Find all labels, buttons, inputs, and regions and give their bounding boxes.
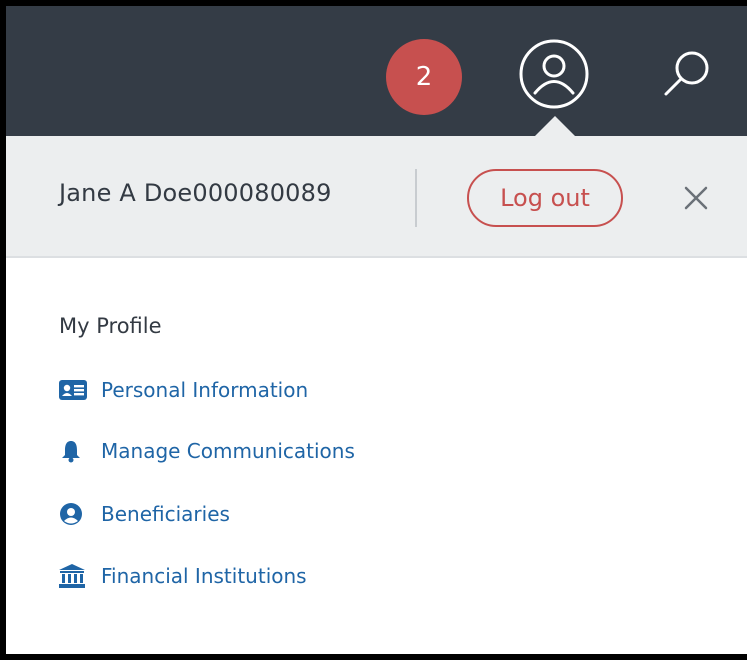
dropdown-pointer bbox=[534, 116, 576, 137]
top-header-bar: 2 bbox=[6, 6, 747, 136]
menu-section-title: My Profile bbox=[59, 314, 162, 338]
user-account-button[interactable] bbox=[518, 38, 590, 110]
menu-item-personal-information[interactable]: Personal Information bbox=[59, 375, 308, 405]
id-card-icon bbox=[59, 378, 89, 402]
vertical-divider bbox=[415, 169, 417, 227]
search-icon bbox=[664, 51, 709, 96]
user-name: Jane A Doe000080089 bbox=[59, 179, 332, 207]
user-circle-icon bbox=[59, 502, 89, 526]
menu-item-manage-communications[interactable]: Manage Communications bbox=[59, 436, 355, 466]
bank-icon bbox=[59, 564, 89, 588]
notification-badge[interactable]: 2 bbox=[386, 39, 462, 115]
menu-item-label: Beneficiaries bbox=[101, 502, 230, 526]
search-button[interactable] bbox=[658, 46, 716, 100]
account-strip: Jane A Doe000080089 Log out bbox=[6, 136, 747, 258]
menu-item-label: Manage Communications bbox=[101, 439, 355, 463]
close-icon bbox=[684, 186, 708, 210]
menu-item-financial-institutions[interactable]: Financial Institutions bbox=[59, 561, 307, 591]
menu-item-label: Personal Information bbox=[101, 378, 309, 402]
menu-item-label: Financial Institutions bbox=[101, 564, 307, 588]
close-button[interactable] bbox=[680, 182, 712, 214]
logout-button[interactable]: Log out bbox=[467, 169, 623, 227]
bell-icon bbox=[59, 439, 89, 463]
menu-item-beneficiaries[interactable]: Beneficiaries bbox=[59, 499, 230, 529]
user-circle-icon bbox=[519, 39, 589, 109]
profile-dropdown-panel: 2 Jane A Doe000080089 Log out My Profile… bbox=[6, 6, 747, 654]
notification-count: 2 bbox=[415, 62, 433, 92]
